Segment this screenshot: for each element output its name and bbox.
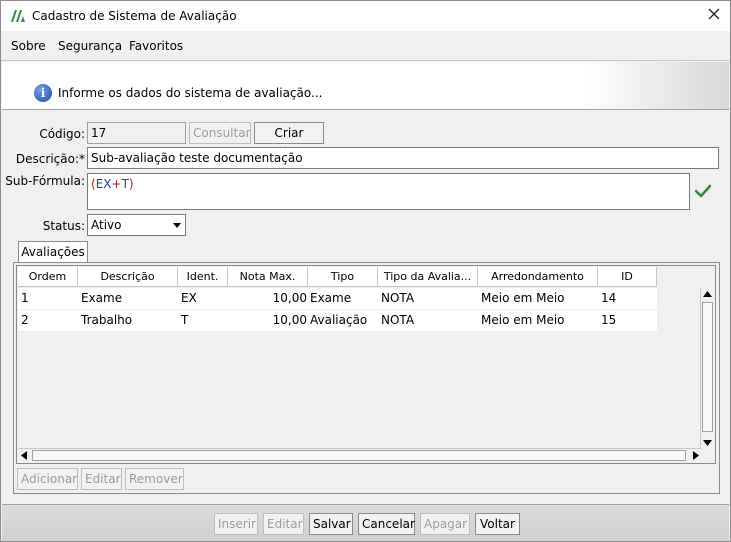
info-banner: i Informe os dados do sistema de avaliaç…	[2, 62, 729, 110]
menu-seguranca[interactable]: Segurança	[58, 39, 122, 53]
avaliacoes-table: Ordem Descrição Ident. Nota Max. Tipo Ti…	[16, 265, 716, 464]
cell-ident: EX	[178, 288, 228, 310]
cell-tipo: Exame	[308, 288, 378, 310]
codigo-field[interactable]: 17	[87, 122, 186, 144]
scroll-down-icon[interactable]	[703, 440, 712, 446]
scroll-left-icon[interactable]	[21, 451, 27, 460]
column-header-id[interactable]: ID	[598, 267, 657, 287]
status-value: Ativo	[91, 218, 122, 232]
banner-text: Informe os dados do sistema de avaliação…	[58, 86, 323, 100]
cancelar-button[interactable]: Cancelar	[358, 513, 415, 535]
cell-tipo-avaliacao: NOTA	[378, 288, 478, 310]
cell-tipo-avaliacao: NOTA	[378, 310, 478, 332]
horizontal-scrollbar[interactable]	[18, 448, 702, 462]
menu-favoritos[interactable]: Favoritos	[129, 39, 183, 53]
scroll-right-icon[interactable]	[693, 451, 699, 460]
codigo-label: Código:	[39, 127, 85, 141]
subformula-field[interactable]: (EX+T)	[87, 173, 690, 210]
editar-button[interactable]: Editar	[263, 513, 304, 535]
close-icon	[708, 8, 720, 20]
info-icon: i	[34, 84, 52, 102]
footer-toolbar: Inserir Editar Salvar Cancelar Apagar Vo…	[2, 504, 729, 541]
voltar-button[interactable]: Voltar	[475, 513, 520, 535]
status-select[interactable]: Ativo	[87, 214, 186, 236]
check-icon	[695, 184, 711, 198]
column-header-nota-max[interactable]: Nota Max.	[228, 267, 308, 287]
vertical-scroll-thumb[interactable]	[702, 302, 713, 432]
column-header-descricao[interactable]: Descrição	[78, 267, 178, 287]
cell-ordem: 2	[18, 310, 78, 332]
cell-id: 15	[598, 310, 657, 332]
title-bar: Cadastro de Sistema de Avaliação	[1, 1, 730, 31]
cell-ident: T	[178, 310, 228, 332]
column-header-ident[interactable]: Ident.	[178, 267, 228, 287]
consultar-button[interactable]: Consultar	[189, 122, 251, 144]
column-header-ordem[interactable]: Ordem	[18, 267, 78, 287]
cell-descricao: Exame	[78, 288, 178, 310]
scroll-up-icon[interactable]	[703, 291, 712, 297]
cell-arredondamento: Meio em Meio	[478, 310, 598, 332]
column-header-arredondamento[interactable]: Arredondamento	[478, 267, 598, 287]
column-header-tipo[interactable]: Tipo	[308, 267, 378, 287]
cell-nota-max: 10,00	[228, 288, 308, 310]
window-title: Cadastro de Sistema de Avaliação	[32, 9, 237, 23]
tab-avaliacoes[interactable]: Avaliações	[18, 241, 88, 263]
salvar-button[interactable]: Salvar	[309, 513, 353, 535]
subformula-text: (EX+T)	[91, 177, 134, 191]
cell-arredondamento: Meio em Meio	[478, 288, 598, 310]
descricao-field[interactable]: Sub-avaliação teste documentação	[87, 147, 719, 169]
criar-copia-button[interactable]: Criar Cópia	[254, 122, 324, 160]
vertical-scrollbar[interactable]	[700, 288, 714, 449]
cell-tipo: Avaliação	[308, 310, 378, 332]
subformula-label: Sub-Fórmula:	[5, 174, 85, 188]
inserir-button[interactable]: Inserir	[214, 513, 258, 535]
main-window: Cadastro de Sistema de Avaliação Sobre S…	[0, 0, 731, 542]
app-logo-icon	[11, 10, 25, 22]
column-header-tipo-avaliacao[interactable]: Tipo da Avalia...	[378, 267, 478, 287]
editar-table-button[interactable]: Editar	[81, 468, 122, 490]
menu-sobre[interactable]: Sobre	[11, 39, 46, 53]
remover-button[interactable]: Remover	[125, 468, 184, 490]
cell-ordem: 1	[18, 288, 78, 310]
apagar-button[interactable]: Apagar	[420, 513, 470, 535]
status-label: Status:	[42, 219, 85, 233]
cell-nota-max: 10,00	[228, 310, 308, 332]
chevron-down-icon	[173, 223, 181, 228]
adicionar-button[interactable]: Adicionar	[17, 468, 78, 490]
menu-bar: Sobre Segurança Favoritos	[1, 31, 730, 61]
cell-id: 14	[598, 288, 657, 310]
descricao-label: Descrição:*	[15, 152, 85, 166]
cell-descricao: Trabalho	[78, 310, 178, 332]
horizontal-scroll-thumb[interactable]	[32, 450, 686, 461]
close-button[interactable]	[706, 7, 722, 23]
